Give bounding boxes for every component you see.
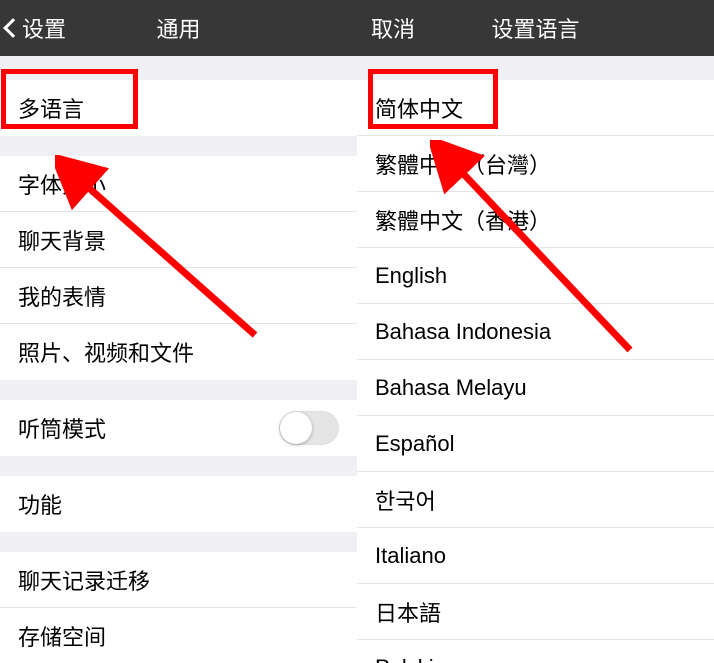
chevron-left-icon: [3, 18, 23, 38]
lang-label: 简体中文: [375, 92, 463, 124]
row-storage[interactable]: 存储空间: [0, 608, 357, 663]
row-label: 多语言: [18, 92, 339, 124]
language-settings-screen: 取消 设置语言 简体中文 繁體中文（台灣） 繁體中文（香港） English B…: [357, 0, 714, 663]
lang-option-spanish[interactable]: Español: [357, 416, 714, 472]
back-label: 设置: [22, 12, 66, 44]
lang-option-english[interactable]: English: [357, 248, 714, 304]
row-label: 字体大小: [18, 168, 339, 200]
settings-group: 聊天记录迁移 存储空间: [0, 552, 357, 663]
toggle-knob-icon: [280, 412, 312, 444]
row-label: 功能: [18, 488, 339, 520]
lang-label: Español: [375, 431, 455, 457]
lang-label: Bahasa Melayu: [375, 375, 527, 401]
lang-label: English: [375, 263, 447, 289]
row-label: 存储空间: [18, 620, 339, 652]
lang-label: 繁體中文（台灣）: [375, 148, 551, 180]
earpiece-toggle[interactable]: [279, 411, 339, 445]
row-multilanguage[interactable]: 多语言: [0, 80, 357, 136]
row-earpiece-mode[interactable]: 听筒模式: [0, 400, 357, 456]
language-list: 简体中文 繁體中文（台灣） 繁體中文（香港） English Bahasa In…: [357, 80, 714, 663]
lang-label: 繁體中文（香港）: [375, 204, 551, 236]
lang-option-traditional-hongkong[interactable]: 繁體中文（香港）: [357, 192, 714, 248]
settings-group: 听筒模式: [0, 400, 357, 456]
lang-option-simplified-chinese[interactable]: 简体中文: [357, 80, 714, 136]
header-bar: 设置 通用: [0, 0, 357, 56]
settings-group: 多语言: [0, 80, 357, 136]
lang-option-korean[interactable]: 한국어: [357, 472, 714, 528]
lang-label: Italiano: [375, 543, 446, 569]
row-label: 聊天记录迁移: [18, 564, 339, 596]
general-settings-screen: 设置 通用 多语言 字体大小 聊天背景 我的表情 照片、视频和文件: [0, 0, 357, 663]
row-label: 我的表情: [18, 280, 339, 312]
row-chat-background[interactable]: 聊天背景: [0, 212, 357, 268]
row-label: 照片、视频和文件: [18, 336, 339, 368]
lang-option-italian[interactable]: Italiano: [357, 528, 714, 584]
lang-label: Polski: [375, 655, 434, 663]
row-my-stickers[interactable]: 我的表情: [0, 268, 357, 324]
row-label: 聊天背景: [18, 224, 339, 256]
lang-option-malay[interactable]: Bahasa Melayu: [357, 360, 714, 416]
lang-label: 한국어: [375, 484, 436, 516]
settings-group: 字体大小 聊天背景 我的表情 照片、视频和文件: [0, 156, 357, 380]
lang-label: Bahasa Indonesia: [375, 319, 551, 345]
settings-group: 功能: [0, 476, 357, 532]
back-button[interactable]: 设置: [0, 12, 66, 44]
row-features[interactable]: 功能: [0, 476, 357, 532]
row-photos-videos-files[interactable]: 照片、视频和文件: [0, 324, 357, 380]
lang-option-japanese[interactable]: 日本語: [357, 584, 714, 640]
cancel-button[interactable]: 取消: [357, 12, 415, 44]
row-font-size[interactable]: 字体大小: [0, 156, 357, 212]
page-title: 通用: [156, 12, 200, 44]
lang-option-indonesian[interactable]: Bahasa Indonesia: [357, 304, 714, 360]
lang-label: 日本語: [375, 596, 441, 628]
row-label: 听筒模式: [18, 412, 279, 444]
lang-option-traditional-taiwan[interactable]: 繁體中文（台灣）: [357, 136, 714, 192]
page-title: 设置语言: [491, 12, 579, 44]
row-chat-migration[interactable]: 聊天记录迁移: [0, 552, 357, 608]
header-bar: 取消 设置语言: [357, 0, 714, 56]
lang-option-polish[interactable]: Polski: [357, 640, 714, 663]
